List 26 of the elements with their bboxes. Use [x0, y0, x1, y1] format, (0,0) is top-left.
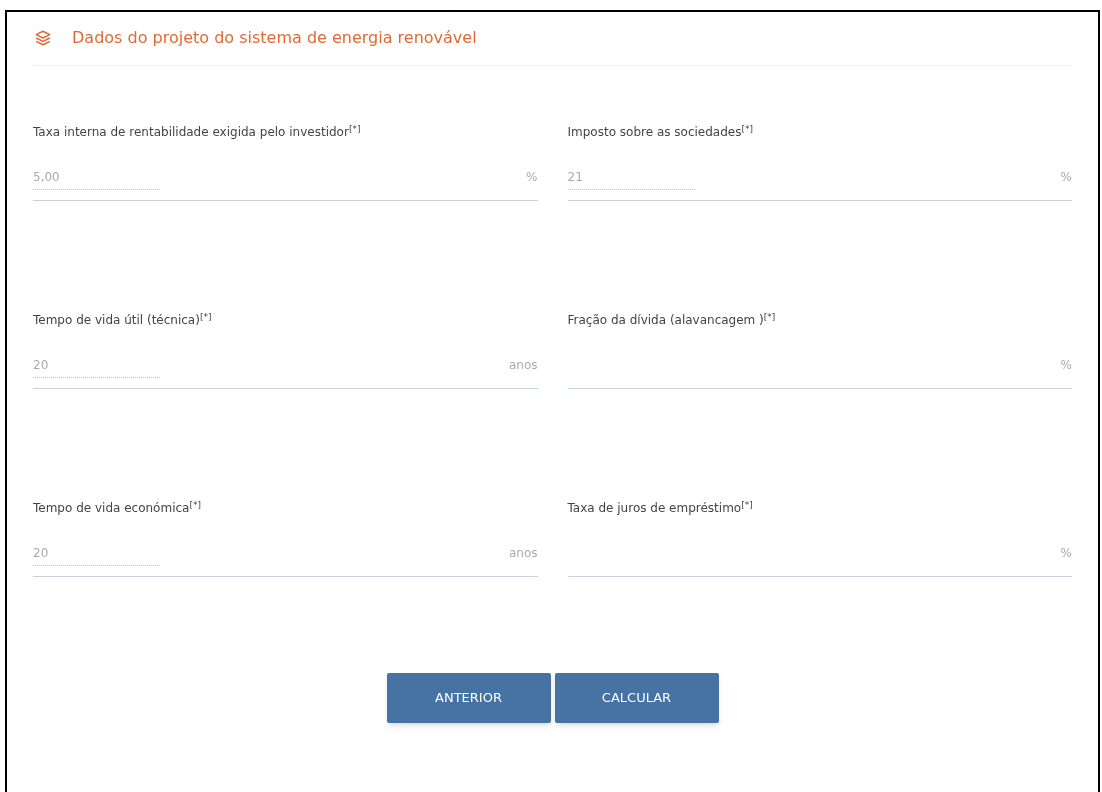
field-label: Fração da dívida (alavancagem )$^{[*]}$	[567, 311, 777, 329]
unit-label: %	[1060, 545, 1072, 561]
input-field[interactable]: 20 anos	[33, 545, 538, 577]
field-label: Tempo de vida útil (técnica)$^{[*]}$	[33, 311, 213, 329]
field-value: 5,00	[33, 169, 160, 190]
field-value: 20	[33, 357, 160, 378]
field-value: 20	[33, 545, 160, 566]
field-label: Tempo de vida económica$^{[*]}$	[33, 499, 202, 517]
unit-label: %	[1060, 357, 1072, 373]
input-field[interactable]: 20 anos	[33, 357, 538, 389]
input-field[interactable]: 5,00 %	[33, 169, 538, 201]
unit-label: %	[526, 169, 538, 185]
nav-button[interactable]: CALCULAR	[554, 673, 719, 723]
unit-label: %	[1060, 169, 1072, 185]
unit-label: anos	[508, 357, 538, 373]
field-label: Imposto sobre as sociedades$^{[*]}$	[567, 123, 754, 141]
unit-label: anos	[508, 545, 538, 561]
field-label: Taxa de juros de empréstimo$^{[*]}$	[567, 499, 754, 517]
input-field[interactable]: %	[567, 545, 1072, 577]
input-field[interactable]: %	[567, 357, 1072, 389]
field-label: Taxa interna de rentabilidade exigida pelo investidor$^{[*]}$	[33, 123, 362, 141]
layers-icon	[34, 29, 52, 47]
input-field[interactable]: 21 %	[567, 169, 1072, 201]
panel-title: Dados do projeto do sistema de energia renovável	[72, 27, 477, 49]
nav-button[interactable]: ANTERIOR	[386, 673, 551, 723]
field-value: 21	[567, 169, 695, 190]
